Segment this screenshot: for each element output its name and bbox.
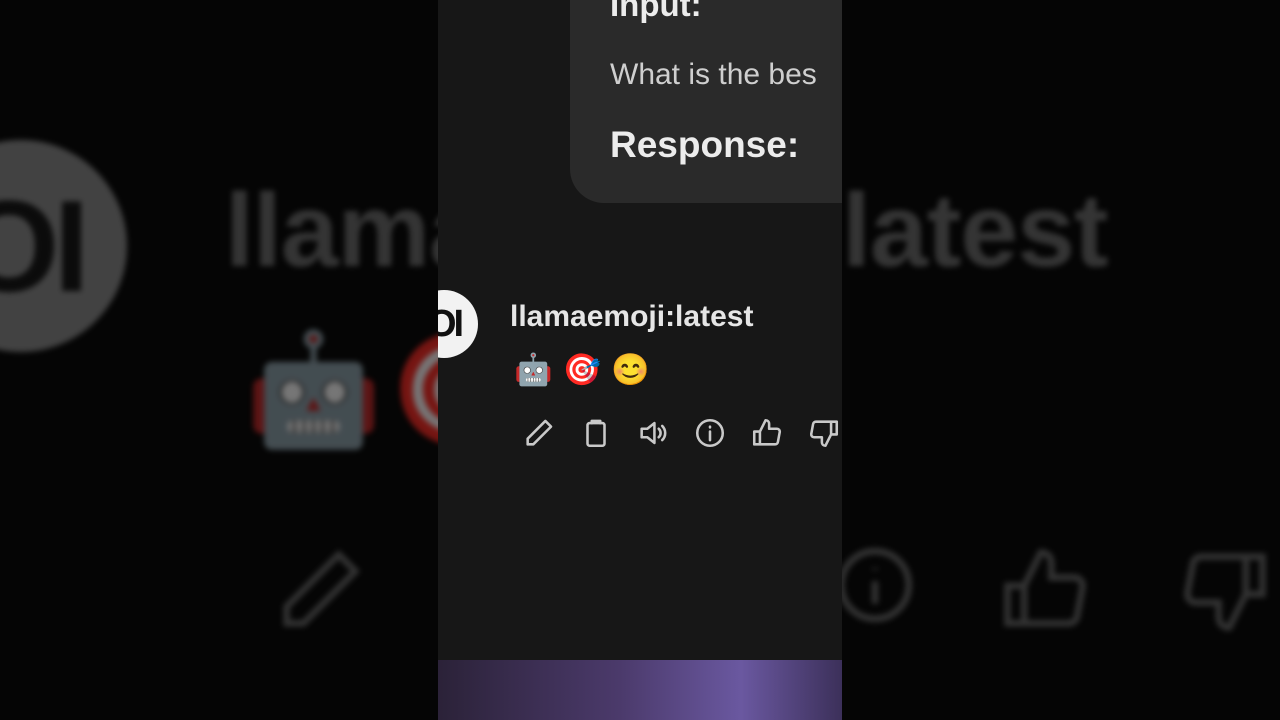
copy-button[interactable] — [577, 414, 615, 452]
model-avatar: OI — [438, 290, 478, 358]
bg-thumbs-down-icon — [1175, 540, 1275, 645]
chat-column: Input: What is the bes Response: OI llam… — [438, 0, 842, 660]
speaker-icon — [640, 421, 667, 445]
user-message-bubble — [570, 0, 842, 203]
input-label: Input: — [610, 0, 702, 23]
robot-emoji: 🤖 — [514, 352, 553, 387]
message-actions — [520, 414, 842, 452]
bg-pencil-icon — [270, 540, 370, 645]
bg-title-right: latest — [842, 173, 1109, 289]
user-message-text: What is the bes — [610, 58, 817, 91]
response-label: Response: — [610, 124, 800, 165]
bg-info-icon — [830, 540, 920, 635]
bg-thumbs-up-icon — [995, 540, 1095, 645]
info-button[interactable] — [691, 414, 729, 452]
clipboard-icon — [586, 419, 606, 448]
model-name: llamaemoji:latest — [510, 300, 754, 333]
thumbs-down-icon — [809, 420, 839, 448]
smile-emoji: 😊 — [611, 352, 650, 387]
bg-avatar: OI — [0, 140, 127, 352]
thumbs-down-button[interactable] — [805, 414, 842, 452]
edit-button[interactable] — [520, 414, 558, 452]
target-emoji: 🎯 — [562, 352, 602, 387]
info-icon — [695, 418, 725, 448]
bg-robot-emoji: 🤖 — [245, 328, 382, 451]
pencil-icon — [526, 419, 553, 446]
thumbs-up-button[interactable] — [748, 414, 786, 452]
thumbs-up-icon — [752, 418, 782, 446]
read-aloud-button[interactable] — [634, 414, 672, 452]
video-strip — [438, 660, 842, 720]
assistant-response: 🤖 🎯 😊 — [514, 354, 650, 385]
